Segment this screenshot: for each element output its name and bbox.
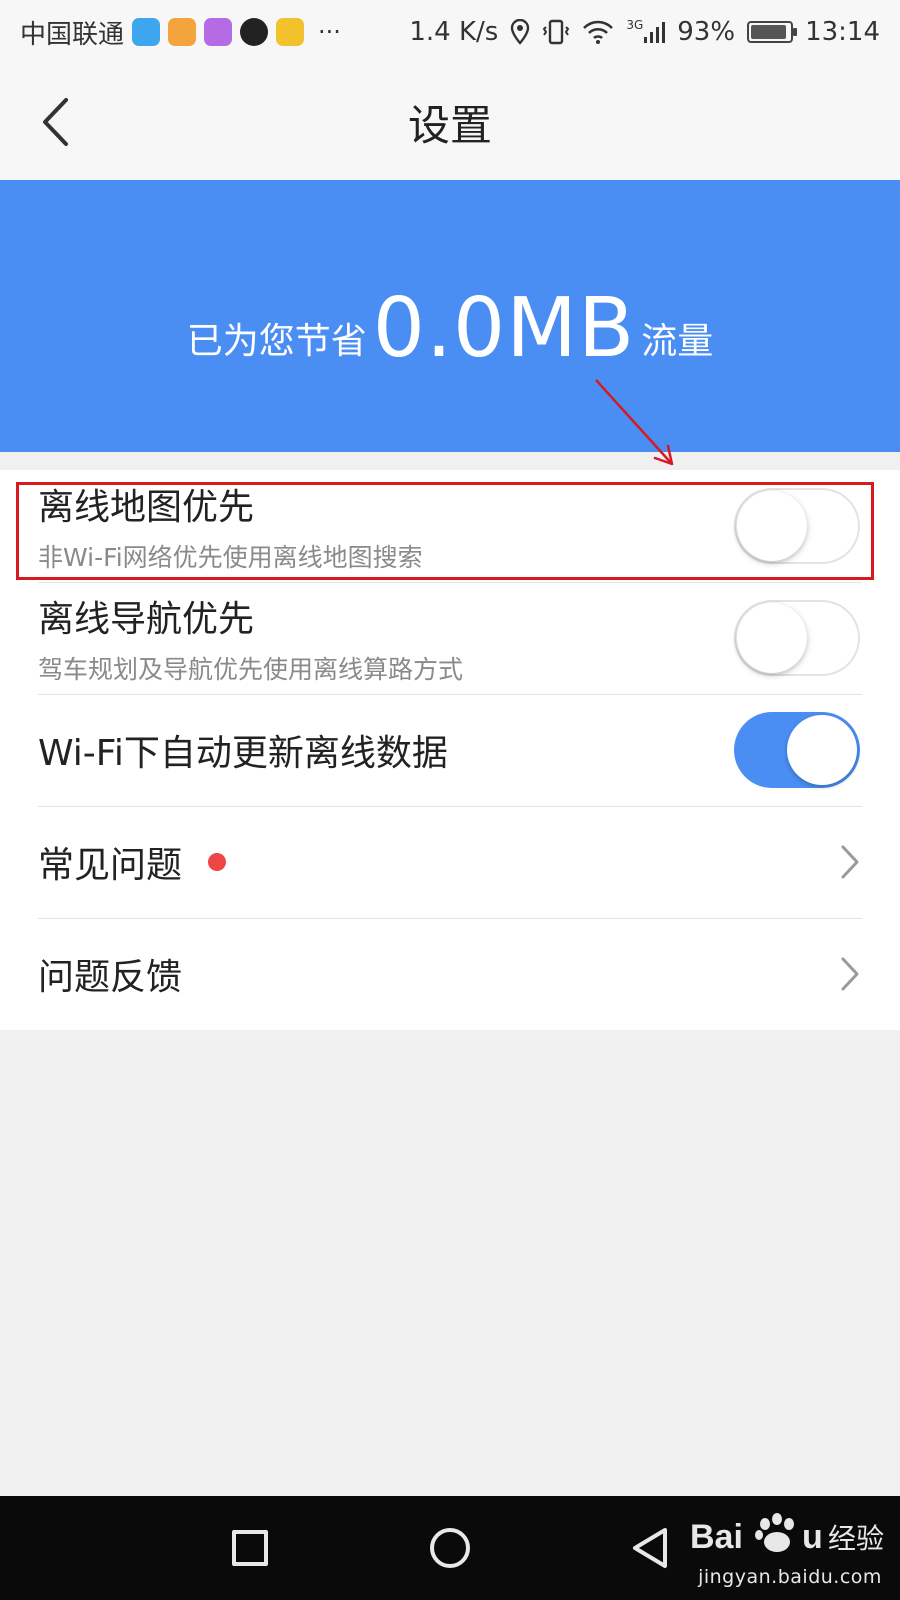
battery-percent: 93% xyxy=(677,17,736,47)
svg-text:u: u xyxy=(802,1518,823,1556)
home-button[interactable] xyxy=(430,1528,470,1568)
baidu-jingyan-watermark: Bai u 经验 jingyan.baidu.com xyxy=(690,1508,890,1588)
svg-text:经验: 经验 xyxy=(828,1522,884,1555)
setting-faq[interactable]: 常见问题 xyxy=(0,806,900,918)
carrier-name: 中国联通 xyxy=(20,19,125,50)
data-saved-banner: 已为您节省 0.0MB 流量 xyxy=(0,180,900,452)
baidu-jingyan-logo: Bai u 经验 xyxy=(690,1513,884,1556)
wifi-auto-update-toggle[interactable] xyxy=(734,712,860,788)
annotation-highlight-box xyxy=(16,482,874,580)
recent-apps-button[interactable] xyxy=(232,1530,268,1566)
setting-offline-nav-priority[interactable]: 离线导航优先 驾车规划及导航优先使用离线算路方式 xyxy=(0,582,900,694)
setting-title: 离线导航优先 xyxy=(38,599,255,640)
chevron-left-icon xyxy=(43,98,68,146)
vibrate-icon xyxy=(543,19,570,45)
video-app-icon xyxy=(168,18,197,46)
status-bar-right: 1.4 K/s 3G 93% 13:14 xyxy=(409,17,880,47)
signal-bars-icon xyxy=(644,22,666,43)
back-triangle-icon[interactable] xyxy=(630,1526,670,1570)
nav-bar: 设置 xyxy=(0,64,900,180)
chevron-right-icon xyxy=(841,845,859,879)
tiktok-app-icon xyxy=(240,18,269,46)
status-bar: 中国联通 ··· 1.4 K/s 3G 93% 13:14 xyxy=(0,0,900,64)
clock-time: 13:14 xyxy=(805,17,880,47)
watermark-domain: jingyan.baidu.com xyxy=(698,1566,882,1588)
setting-wifi-auto-update[interactable]: Wi-Fi下自动更新离线数据 xyxy=(0,694,900,806)
svg-text:Bai: Bai xyxy=(690,1518,743,1556)
chevron-right-icon xyxy=(841,957,859,991)
annotation-arrow-icon xyxy=(595,379,674,466)
cellular-signal: 3G xyxy=(626,18,666,45)
toggle-knob xyxy=(737,603,807,673)
setting-subtitle: 驾车规划及导航优先使用离线算路方式 xyxy=(38,655,464,684)
wifi-icon xyxy=(583,20,614,44)
toggle-knob xyxy=(787,715,857,785)
setting-title: Wi-Fi下自动更新离线数据 xyxy=(38,733,448,774)
location-icon xyxy=(511,19,530,45)
setting-text: 离线导航优先 驾车规划及导航优先使用离线算路方式 xyxy=(38,590,463,686)
page-title: 设置 xyxy=(407,100,492,150)
network-speed: 1.4 K/s xyxy=(409,17,499,47)
status-bar-left: 中国联通 ··· xyxy=(20,14,341,51)
back-button[interactable] xyxy=(30,94,80,150)
battery-icon xyxy=(747,21,798,43)
setting-text: Wi-Fi下自动更新离线数据 xyxy=(38,724,448,776)
setting-feedback[interactable]: 问题反馈 xyxy=(0,918,900,1030)
data-saved-value: 0.0MB xyxy=(372,281,636,376)
offline-nav-toggle[interactable] xyxy=(734,600,860,676)
setting-title: 问题反馈 xyxy=(38,957,183,998)
player-app-icon xyxy=(204,18,233,46)
car-app-icon xyxy=(276,18,305,46)
shield-app-icon xyxy=(132,18,161,46)
banner-prefix: 已为您节省 xyxy=(186,321,367,362)
new-badge-dot xyxy=(208,853,227,871)
more-notifications-icon: ··· xyxy=(318,18,341,46)
banner-suffix: 流量 xyxy=(641,321,714,362)
setting-title: 常见问题 xyxy=(38,845,183,886)
network-type: 3G xyxy=(626,18,644,32)
